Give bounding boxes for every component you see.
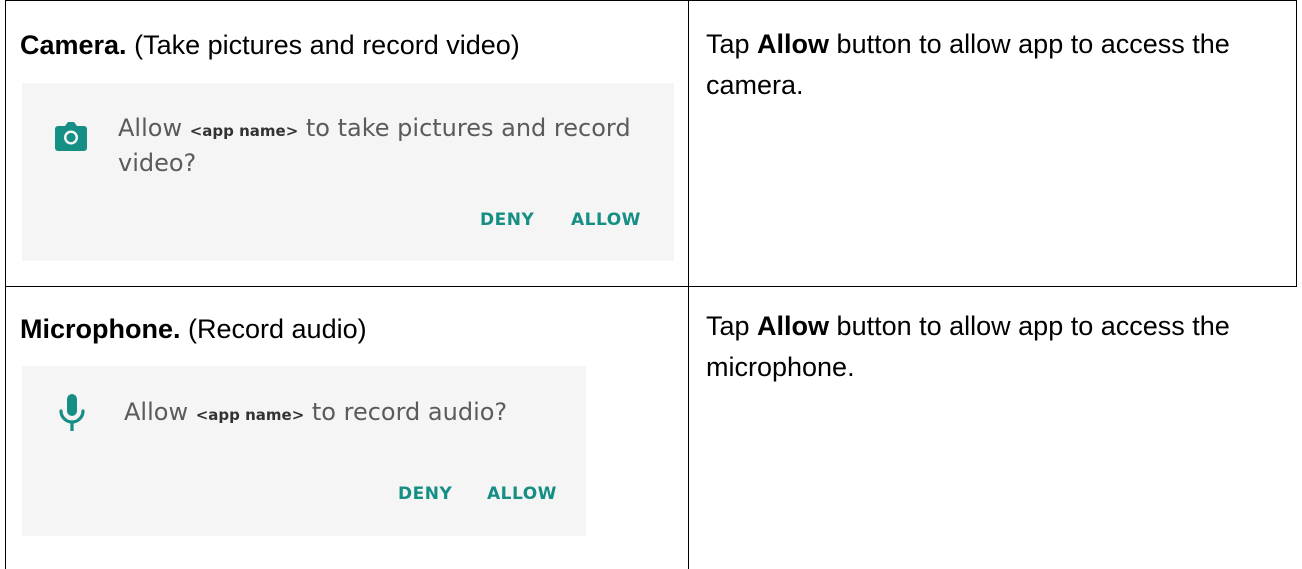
microphone-heading-detail: (Record audio)	[180, 314, 367, 344]
table-border-left	[5, 0, 6, 569]
camera-dialog-text-before: Allow	[118, 114, 190, 142]
microphone-instruction: Tap Allow button to allow app to access …	[706, 306, 1281, 388]
microphone-icon	[59, 394, 85, 431]
microphone-allow-button[interactable]: ALLOW	[487, 484, 557, 504]
microphone-heading-title: Microphone.	[20, 314, 181, 344]
table-border-right	[1296, 0, 1297, 286]
camera-instruction-allow-word: Allow	[757, 29, 830, 59]
camera-heading-title: Camera.	[20, 30, 127, 60]
table-border-top	[5, 0, 1297, 1]
camera-icon	[55, 122, 87, 151]
camera-dialog-message: Allow <app name> to take pictures and re…	[118, 112, 658, 179]
microphone-instruction-prefix: Tap	[706, 311, 758, 341]
microphone-deny-button[interactable]: DENY	[398, 484, 452, 504]
camera-instruction: Tap Allow button to allow app to access …	[706, 24, 1281, 106]
camera-allow-button[interactable]: ALLOW	[571, 210, 641, 230]
microphone-dialog-text-before: Allow	[124, 398, 196, 426]
camera-permission-dialog: Allow <app name> to take pictures and re…	[22, 83, 674, 261]
microphone-dialog-text-after: to record audio?	[304, 398, 508, 426]
microphone-dialog-message: Allow <app name> to record audio?	[124, 396, 574, 431]
camera-instruction-prefix: Tap	[706, 29, 758, 59]
camera-dialog-app-name: <app name>	[189, 122, 299, 140]
microphone-heading: Microphone. (Record audio)	[20, 312, 367, 346]
camera-heading-detail: (Take pictures and record video)	[126, 30, 520, 60]
microphone-dialog-app-name: <app name>	[195, 406, 305, 424]
microphone-permission-dialog: Allow <app name> to record audio? DENY A…	[22, 366, 586, 536]
table-row-divider	[5, 286, 1297, 287]
camera-heading: Camera. (Take pictures and record video)	[20, 28, 520, 62]
table-column-divider	[688, 0, 689, 569]
permissions-table: Camera. (Take pictures and record video)…	[0, 0, 1302, 569]
microphone-instruction-allow-word: Allow	[757, 311, 830, 341]
camera-deny-button[interactable]: DENY	[480, 210, 534, 230]
